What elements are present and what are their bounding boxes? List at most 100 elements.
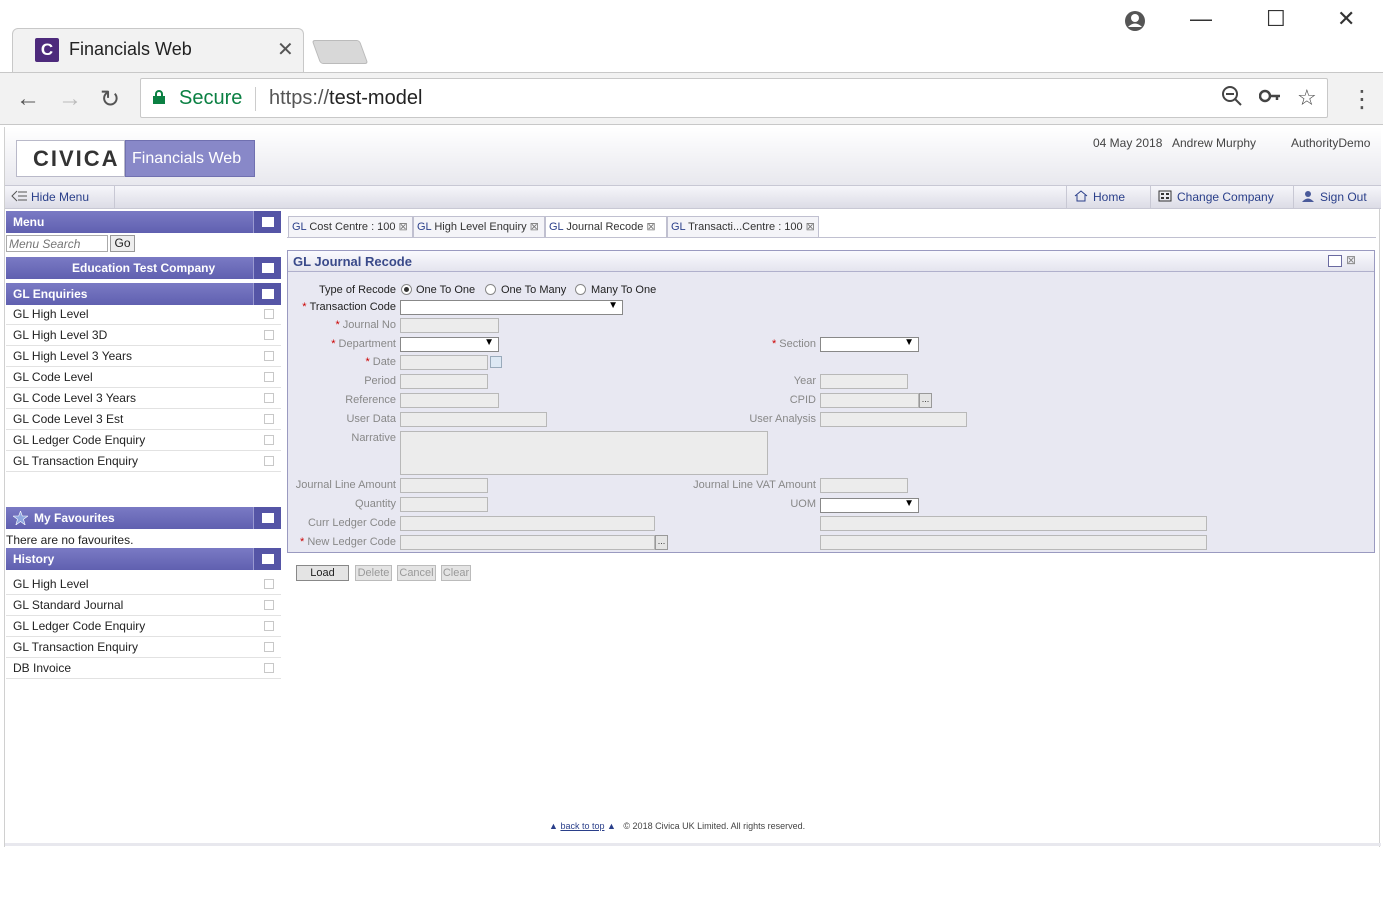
- user-analysis-input[interactable]: [820, 412, 967, 427]
- close-tab-icon[interactable]: ⊠: [646, 221, 655, 233]
- close-tab-icon[interactable]: ⊠: [530, 221, 539, 233]
- reload-icon[interactable]: ↻: [100, 85, 120, 114]
- open-window-icon[interactable]: [264, 435, 274, 445]
- radio-many-to-one[interactable]: [575, 284, 586, 295]
- form-popout-icon[interactable]: [1328, 255, 1342, 267]
- transaction-code-select[interactable]: ▼: [400, 300, 623, 315]
- open-window-icon[interactable]: [264, 642, 274, 652]
- favourites-toggle-icon[interactable]: [253, 507, 281, 529]
- page-footer: ▲ back to top ▲ © 2018 Civica UK Limited…: [549, 821, 805, 831]
- panel-toggle-icon[interactable]: [253, 211, 281, 233]
- period-input[interactable]: [400, 374, 488, 389]
- open-window-icon[interactable]: [264, 372, 274, 382]
- radio-one-to-one-label: One To One: [416, 284, 476, 296]
- close-tab-icon[interactable]: ⊠: [806, 221, 815, 233]
- journal-no-input[interactable]: [400, 318, 499, 333]
- new-tab-button[interactable]: [311, 40, 369, 64]
- menu-item-gl-high-level-3d[interactable]: GL High Level 3D: [6, 325, 281, 346]
- clear-button[interactable]: Clear: [441, 565, 471, 581]
- history-toggle-icon[interactable]: [253, 548, 281, 570]
- menu-item-gl-code-level[interactable]: GL Code Level: [6, 367, 281, 388]
- menu-item-gl-code-level-3-est[interactable]: GL Code Level 3 Est: [6, 409, 281, 430]
- zoom-icon[interactable]: [1221, 85, 1243, 113]
- department-select[interactable]: ▼: [400, 337, 499, 352]
- home-button[interactable]: Home: [1066, 186, 1146, 209]
- menu-item-gl-transaction-enquiry[interactable]: GL Transaction Enquiry: [6, 451, 281, 472]
- close-window-icon[interactable]: ✕: [1337, 6, 1355, 32]
- tab-high-level-enquiry[interactable]: GL High Level Enquiry ⊠: [413, 216, 545, 238]
- open-window-icon[interactable]: [264, 309, 274, 319]
- forward-arrow-icon[interactable]: →: [58, 85, 82, 113]
- section-select[interactable]: ▼: [820, 337, 919, 352]
- open-window-icon[interactable]: [264, 351, 274, 361]
- close-tab-icon[interactable]: ✕: [277, 37, 294, 62]
- chrome-menu-icon[interactable]: ⋮: [1350, 85, 1374, 114]
- menu-search-input[interactable]: [6, 235, 108, 252]
- hide-menu-button[interactable]: Hide Menu: [5, 186, 115, 209]
- gl-enquiries-header[interactable]: GL Enquiries: [6, 283, 281, 305]
- open-window-icon[interactable]: [264, 579, 274, 589]
- cpid-lookup-button[interactable]: ...: [919, 393, 932, 408]
- calendar-icon[interactable]: [490, 356, 502, 368]
- journal-line-vat-amount-input[interactable]: [820, 478, 908, 493]
- url-text[interactable]: https://test-model: [269, 87, 422, 110]
- profile-icon[interactable]: [1124, 10, 1146, 38]
- open-window-icon[interactable]: [264, 621, 274, 631]
- bookmark-star-icon[interactable]: ☆: [1297, 85, 1317, 111]
- history-item-gl-ledger-code-enquiry[interactable]: GL Ledger Code Enquiry: [6, 616, 281, 637]
- minimize-icon[interactable]: —: [1190, 6, 1212, 32]
- header-authority: AuthorityDemo: [1291, 136, 1371, 150]
- quantity-input[interactable]: [400, 497, 488, 512]
- app-toolbar: Hide Menu Home Change Company Sign Out: [5, 185, 1381, 209]
- back-arrow-icon[interactable]: ←: [16, 85, 40, 113]
- close-tab-icon[interactable]: ⊠: [399, 221, 408, 233]
- back-to-top-link[interactable]: back to top: [560, 821, 604, 831]
- history-item-gl-high-level[interactable]: GL High Level: [6, 574, 281, 595]
- sign-out-button[interactable]: Sign Out: [1293, 186, 1381, 209]
- new-ledger-code-input[interactable]: [400, 535, 655, 550]
- cpid-input[interactable]: [820, 393, 919, 408]
- journal-line-amount-input[interactable]: [400, 478, 488, 493]
- radio-one-to-one[interactable]: [401, 284, 412, 295]
- address-bar[interactable]: Secure https://test-model ☆: [140, 78, 1328, 118]
- delete-button[interactable]: Delete: [355, 565, 392, 581]
- open-window-icon[interactable]: [264, 414, 274, 424]
- company-toggle-icon[interactable]: [253, 257, 281, 279]
- narrative-textarea[interactable]: [400, 431, 768, 475]
- new-ledger-code-lookup-button[interactable]: ...: [655, 535, 668, 550]
- menu-go-button[interactable]: Go: [110, 235, 135, 252]
- sign-out-icon: [1302, 191, 1314, 202]
- open-window-icon[interactable]: [264, 663, 274, 673]
- browser-tab[interactable]: C Financials Web ✕: [12, 28, 304, 72]
- history-item-gl-transaction-enquiry[interactable]: GL Transaction Enquiry: [6, 637, 281, 658]
- history-item-db-invoice[interactable]: DB Invoice: [6, 658, 281, 679]
- uom-select[interactable]: ▼: [820, 498, 919, 513]
- tab-transaction-centre[interactable]: GL Transacti...Centre : 100 ⊠: [667, 216, 819, 238]
- reference-input[interactable]: [400, 393, 499, 408]
- maximize-icon[interactable]: ☐: [1266, 6, 1286, 32]
- cancel-button[interactable]: Cancel: [397, 565, 436, 581]
- open-window-icon[interactable]: [264, 456, 274, 466]
- year-input[interactable]: [820, 374, 908, 389]
- form-close-icon[interactable]: ⊠: [1346, 253, 1356, 267]
- radio-one-to-many[interactable]: [485, 284, 496, 295]
- open-window-icon[interactable]: [264, 330, 274, 340]
- tab-cost-centre[interactable]: GL Cost Centre : 100 ⊠: [288, 216, 413, 238]
- form-title: GL Journal Recode: [293, 254, 412, 269]
- change-company-button[interactable]: Change Company: [1150, 186, 1290, 209]
- open-window-icon[interactable]: [264, 393, 274, 403]
- open-window-icon[interactable]: [264, 600, 274, 610]
- date-input[interactable]: [400, 355, 488, 370]
- menu-item-gl-ledger-code-enquiry[interactable]: GL Ledger Code Enquiry: [6, 430, 281, 451]
- curr-ledger-code-input[interactable]: [400, 516, 655, 531]
- menu-item-gl-high-level[interactable]: GL High Level: [6, 304, 281, 325]
- menu-item-gl-code-level-3-years[interactable]: GL Code Level 3 Years: [6, 388, 281, 409]
- star-icon: [13, 511, 28, 525]
- tab-journal-recode[interactable]: GL Journal Recode ⊠: [545, 216, 667, 238]
- key-icon[interactable]: [1258, 85, 1281, 113]
- open-folder-icon[interactable]: [253, 283, 281, 305]
- load-button[interactable]: Load: [296, 565, 349, 581]
- user-data-input[interactable]: [400, 412, 547, 427]
- history-item-gl-standard-journal[interactable]: GL Standard Journal: [6, 595, 281, 616]
- menu-item-gl-high-level-3-years[interactable]: GL High Level 3 Years: [6, 346, 281, 367]
